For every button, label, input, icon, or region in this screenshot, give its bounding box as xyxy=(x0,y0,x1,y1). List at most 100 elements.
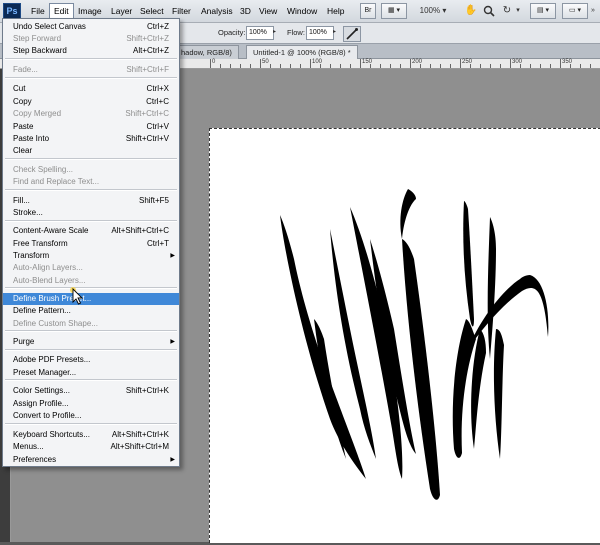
ruler-tick xyxy=(590,64,591,68)
zoom-icon[interactable] xyxy=(482,3,496,19)
menu-item-fill[interactable]: Fill... Shift+F5 xyxy=(3,195,179,207)
flow-dropdown-icon[interactable]: ▸ xyxy=(333,27,341,38)
menu-select[interactable]: Select xyxy=(136,4,168,18)
hand-icon[interactable]: ✋ xyxy=(464,3,478,19)
ruler-number: 100 xyxy=(312,59,323,65)
zoom-level[interactable]: 100% ▾ xyxy=(419,3,447,19)
opacity-label: Opacity: xyxy=(218,28,246,37)
menu-item-transform[interactable]: Transform ▶ xyxy=(3,250,179,262)
ruler-tick xyxy=(500,64,501,68)
ruler-tick xyxy=(400,64,401,68)
ruler-tick xyxy=(350,64,351,68)
menu-item-paste-into[interactable]: Paste Into Shift+Ctrl+V xyxy=(3,133,179,145)
menu-item-label: Cut xyxy=(13,84,26,93)
ruler-number: 250 xyxy=(462,59,473,65)
edit-menu-dropdown: Undo Select Canvas Ctrl+Z Step Forward Shif… xyxy=(2,18,180,467)
menu-item-content-aware-scale[interactable]: Content-Aware Scale Alt+Shift+Ctrl+C xyxy=(3,225,179,237)
menu-item-label: Purge xyxy=(13,337,35,346)
menu-separator xyxy=(5,423,177,425)
menu-item-clear[interactable]: Clear xyxy=(3,145,179,157)
menu-item-label: Content-Aware Scale xyxy=(13,226,89,235)
opacity-dropdown-icon[interactable]: ▸ xyxy=(273,27,281,38)
more-icon[interactable]: » xyxy=(588,3,598,19)
menu-item-stroke[interactable]: Stroke... xyxy=(3,207,179,219)
menu-edit[interactable]: Edit xyxy=(49,3,74,18)
menu-item-label: Define Custom Shape... xyxy=(13,319,98,328)
menu-item-color-settings[interactable]: Color Settings... Shift+Ctrl+K xyxy=(3,385,179,397)
menu-file[interactable]: File xyxy=(27,4,49,18)
tab-shadow-document[interactable]: hadow, RGB/8) xyxy=(174,45,239,59)
menu-item-step-backward[interactable]: Step Backward Alt+Ctrl+Z xyxy=(3,45,179,57)
menu-analysis[interactable]: Analysis xyxy=(197,4,237,18)
rotate-dropdown-icon[interactable]: ▾ xyxy=(512,3,524,19)
menu-item-convert-to-profile[interactable]: Convert to Profile... xyxy=(3,410,179,422)
menu-filter[interactable]: Filter xyxy=(168,4,195,18)
ruler-tick xyxy=(360,59,361,68)
menu-separator xyxy=(5,158,177,160)
arrange-icon[interactable]: ▤ ▾ xyxy=(530,3,556,19)
menu-item-label: Color Settings... xyxy=(13,386,70,395)
menu-item-define-pattern[interactable]: Define Pattern... xyxy=(3,305,179,317)
menu-item-shortcut: Shift+Ctrl+C xyxy=(125,109,169,118)
extras-button[interactable]: ▦ ▾ xyxy=(381,3,407,19)
menu-item-label: Assign Profile... xyxy=(13,399,69,408)
menu-item-copy[interactable]: Copy Ctrl+C xyxy=(3,96,179,108)
tab-untitled-1[interactable]: Untitled-1 @ 100% (RGB/8) * xyxy=(246,45,358,59)
ruler-number: 300 xyxy=(512,59,523,65)
menu-item-shortcut: Ctrl+X xyxy=(146,84,169,93)
menu-item-shortcut: Ctrl+C xyxy=(146,97,169,106)
menu-item-cut[interactable]: Cut Ctrl+X xyxy=(3,83,179,95)
menu-item-label: Paste Into xyxy=(13,134,50,143)
ruler-tick xyxy=(210,59,211,68)
menu-item-label: Copy Merged xyxy=(13,109,62,118)
menu-item-label: Menus... xyxy=(13,442,44,451)
bridge-button[interactable]: Br xyxy=(360,3,376,19)
ruler-tick xyxy=(380,64,381,68)
menu-item-define-brush-preset[interactable]: Define Brush Preset... xyxy=(3,293,179,305)
menu-3d[interactable]: 3D xyxy=(236,4,255,18)
menu-item-label: Copy xyxy=(13,97,32,106)
menu-item-shortcut: Alt+Ctrl+Z xyxy=(132,46,169,55)
menu-item-assign-profile[interactable]: Assign Profile... xyxy=(3,398,179,410)
menu-item-label: Paste xyxy=(13,122,34,131)
menu-item-label: Check Spelling... xyxy=(13,165,74,174)
menu-separator xyxy=(5,58,177,60)
menu-item-preset-manager[interactable]: Preset Manager... xyxy=(3,367,179,379)
menu-window[interactable]: Window xyxy=(283,4,321,18)
menu-item-preferences[interactable]: Preferences ▶ xyxy=(3,454,179,466)
pointer-cursor-icon xyxy=(70,287,84,305)
menu-item-check-spelling: Check Spelling... xyxy=(3,164,179,176)
menu-item-label: Preferences xyxy=(13,455,57,464)
document-canvas[interactable] xyxy=(209,128,600,543)
menu-layer[interactable]: Layer xyxy=(107,4,136,18)
menu-item-undo-select-canvas[interactable]: Undo Select Canvas Ctrl+Z xyxy=(3,21,179,33)
screen-mode-icon[interactable]: ▭ ▾ xyxy=(562,3,588,19)
menu-item-shortcut: Shift+Ctrl+F xyxy=(126,65,169,74)
ruler-tick xyxy=(390,64,391,68)
ruler-tick xyxy=(440,64,441,68)
menu-separator xyxy=(5,77,177,79)
menu-separator xyxy=(5,220,177,222)
menu-image[interactable]: Image xyxy=(74,4,106,18)
menu-item-free-transform[interactable]: Free Transform Ctrl+T xyxy=(3,238,179,250)
menu-item-shortcut: Shift+Ctrl+Z xyxy=(126,34,169,43)
menu-item-keyboard-shortcuts[interactable]: Keyboard Shortcuts... Alt+Shift+Ctrl+K xyxy=(3,429,179,441)
ruler-tick xyxy=(540,64,541,68)
ruler-number: 350 xyxy=(562,59,573,65)
flow-input[interactable]: 100% xyxy=(306,26,334,40)
menu-item-paste[interactable]: Paste Ctrl+V xyxy=(3,121,179,133)
ruler-tick xyxy=(240,64,241,68)
menu-help[interactable]: Help xyxy=(323,4,348,18)
menu-item-label: Auto-Blend Layers... xyxy=(13,276,86,285)
ruler-tick xyxy=(340,64,341,68)
menu-item-shortcut: Alt+Shift+Ctrl+K xyxy=(111,430,169,439)
opacity-input[interactable]: 100% xyxy=(246,26,274,40)
airbrush-icon[interactable] xyxy=(343,26,361,42)
menu-item-menus[interactable]: Menus... Alt+Shift+Ctrl+M xyxy=(3,441,179,453)
menu-item-adobe-pdf-presets[interactable]: Adobe PDF Presets... xyxy=(3,354,179,366)
ruler-tick xyxy=(250,64,251,68)
menu-item-copy-merged: Copy Merged Shift+Ctrl+C xyxy=(3,108,179,120)
menu-view[interactable]: View xyxy=(255,4,281,18)
menu-item-purge[interactable]: Purge ▶ xyxy=(3,336,179,348)
menu-item-label: Find and Replace Text... xyxy=(13,177,100,186)
